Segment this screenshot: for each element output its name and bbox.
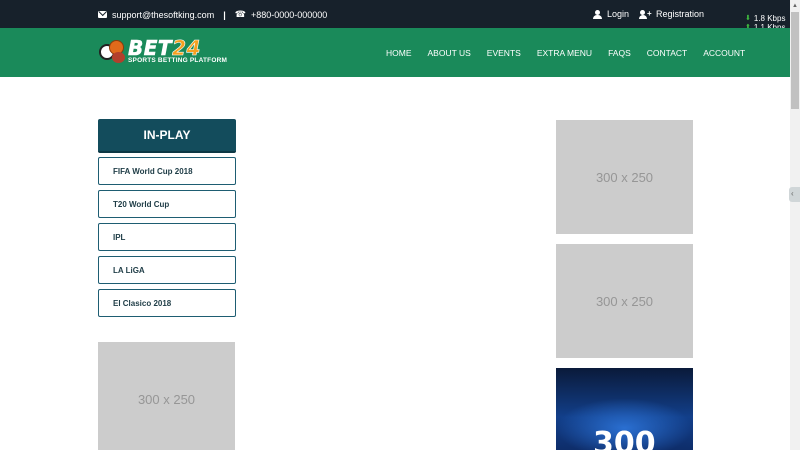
download-arrow-icon: ⬇ (745, 15, 751, 22)
user-icon (593, 9, 602, 19)
logo-tagline: SPORTS BETTING PLATFORM (128, 57, 228, 64)
inplay-list: FIFA World Cup 2018 T20 World Cup IPL LA… (98, 157, 236, 322)
phone-icon: ☎ (234, 9, 246, 19)
inplay-title: IN-PLAY (98, 119, 236, 153)
envelope-icon (98, 11, 107, 18)
inplay-item-la-liga[interactable]: LA LiGA (98, 256, 236, 284)
sports-balls-icon (99, 40, 127, 64)
nav-events[interactable]: EVENTS (487, 48, 521, 58)
nav-home[interactable]: HOME (386, 48, 412, 58)
nav-account[interactable]: ACCOUNT (703, 48, 745, 58)
nav-extra-menu[interactable]: EXTRA MENU (537, 48, 592, 58)
registration-label: Registration (656, 9, 705, 19)
side-toggle-tab[interactable]: ‹ (789, 187, 800, 202)
login-label: Login (607, 9, 630, 19)
ad-placeholder-right-2[interactable]: 300 x 250 (556, 244, 693, 358)
auth-links: Login + Registration (593, 9, 714, 19)
nav-faqs[interactable]: FAQS (608, 48, 631, 58)
inplay-item-fifa-world-cup-2018[interactable]: FIFA World Cup 2018 (98, 157, 236, 185)
login-link[interactable]: Login (593, 9, 629, 19)
email-text: support@thesoftking.com (112, 9, 215, 20)
nav-about-us[interactable]: ABOUT US (428, 48, 471, 58)
email-link[interactable]: support@thesoftking.com (98, 10, 214, 20)
scroll-up-arrow-icon[interactable]: ▲ (792, 3, 798, 9)
banner-number: 300 (593, 426, 656, 450)
logo-text: BET24 (128, 38, 201, 59)
phone-text: +880-0000-000000 (250, 9, 328, 20)
ad-placeholder-left[interactable]: 300 x 250 (98, 342, 235, 450)
chevron-left-icon: ‹ (791, 189, 794, 198)
ad-placeholder-right-1[interactable]: 300 x 250 (556, 120, 693, 234)
contact-separator: | (223, 9, 226, 20)
site-logo[interactable]: BET24 SPORTS BETTING PLATFORM (99, 38, 229, 68)
inplay-item-el-clasico-2018[interactable]: El Clasico 2018 (98, 289, 236, 317)
registration-link[interactable]: + Registration (639, 9, 704, 19)
nav-contact[interactable]: CONTACT (647, 48, 687, 58)
top-bar: support@thesoftking.com | ☎ +880-0000-00… (0, 0, 790, 28)
user-plus-icon: + (639, 9, 652, 19)
page-scrollbar[interactable]: ▲ (790, 0, 800, 450)
main-header: BET24 SPORTS BETTING PLATFORM HOME ABOUT… (0, 28, 790, 77)
download-speed: 1.8 Kbps (753, 14, 786, 23)
inplay-item-t20-world-cup[interactable]: T20 World Cup (98, 190, 236, 218)
ad-banner-right-3[interactable]: 300 (556, 368, 693, 450)
scrollbar-thumb[interactable] (791, 12, 799, 109)
contact-info: support@thesoftking.com | ☎ +880-0000-00… (98, 9, 327, 20)
inplay-item-ipl[interactable]: IPL (98, 223, 236, 251)
phone-link[interactable]: ☎ +880-0000-000000 (235, 9, 328, 20)
main-nav: HOME ABOUT US EVENTS EXTRA MENU FAQS CON… (386, 48, 745, 58)
